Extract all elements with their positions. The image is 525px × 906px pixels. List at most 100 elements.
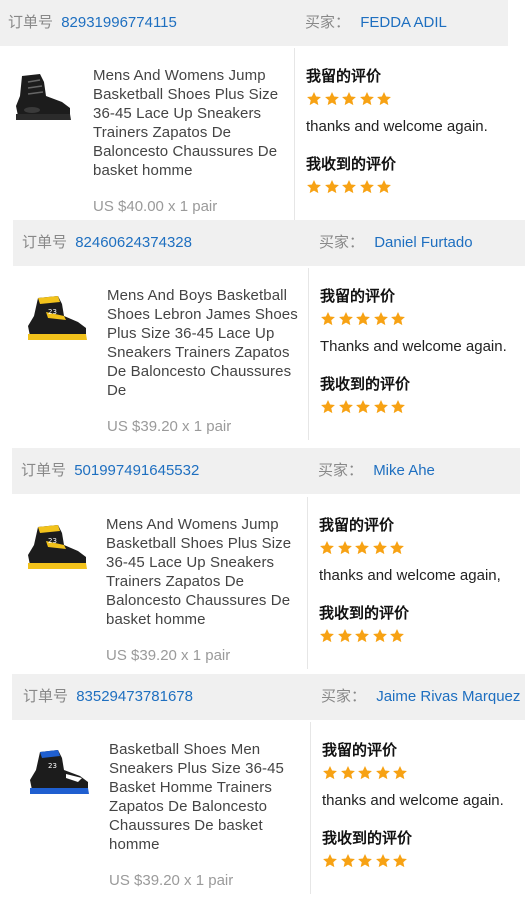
received-review-label: 我收到的评价 (319, 605, 410, 622)
my-review-stars (322, 765, 410, 783)
product-title-link[interactable]: Mens And Womens Jump Basketball Shoes Pl… (93, 66, 288, 180)
price: US $40.00 x 1 pair (93, 198, 218, 215)
order-body: 23 Mens And Boys Basketball Shoes Lebron… (0, 268, 525, 440)
star-icon (342, 180, 356, 194)
order-header: 订单号 83529473781678 买家： Jaime Rivas Marqu… (12, 674, 525, 720)
star-icon (307, 92, 321, 106)
product-image[interactable]: 23 (24, 290, 90, 350)
buyer-label: 买家： (318, 462, 364, 479)
buyer-name-link[interactable]: Mike Ahe (373, 462, 435, 479)
order-header: 订单号 501997491645532 买家： Mike Ahe (12, 448, 520, 494)
star-icon (390, 541, 404, 555)
product-title-link[interactable]: Mens And Boys Basketball Shoes Lebron Ja… (107, 286, 302, 400)
star-icon (321, 312, 335, 326)
star-icon (393, 854, 407, 868)
star-icon (356, 400, 370, 414)
column-divider (307, 497, 308, 669)
order-body: 23 Basketball Shoes Men Sneakers Plus Si… (0, 722, 525, 894)
star-icon (338, 312, 353, 326)
column-divider (308, 268, 309, 440)
order-id-link[interactable]: 501997491645532 (74, 462, 199, 479)
price: US $39.20 x 1 pair (107, 418, 232, 435)
buyer-label: 买家： (319, 234, 365, 251)
star-icon (338, 400, 353, 414)
star-icon (355, 629, 369, 643)
received-review-label: 我收到的评价 (320, 376, 411, 393)
svg-text:23: 23 (48, 537, 57, 545)
product-image[interactable] (10, 70, 76, 130)
star-icon (340, 854, 355, 868)
svg-text:23: 23 (48, 762, 57, 770)
star-icon (356, 312, 370, 326)
star-icon (307, 180, 321, 194)
my-review-text: Thanks and welcome again. (320, 338, 507, 355)
my-review-label: 我留的评价 (320, 288, 396, 305)
star-icon (324, 92, 339, 106)
star-icon (337, 541, 352, 555)
star-icon (342, 92, 356, 106)
my-review-stars (306, 91, 394, 109)
product-title-link[interactable]: Basketball Shoes Men Sneakers Plus Size … (109, 740, 304, 854)
order-id-link[interactable]: 82460624374328 (75, 234, 192, 251)
buyer-name-link[interactable]: Daniel Furtado (374, 234, 472, 251)
buyer-name-link[interactable]: Jaime Rivas Marquez (376, 688, 520, 705)
received-review-stars (319, 628, 407, 646)
product-image[interactable]: 23 (26, 744, 92, 804)
star-icon (391, 400, 405, 414)
svg-text:23: 23 (48, 308, 57, 316)
shoe-black-blue-icon: 23 (30, 750, 89, 794)
star-icon (320, 629, 334, 643)
my-review-text: thanks and welcome again. (306, 118, 488, 135)
buyer-label: 买家： (305, 14, 351, 31)
order-body: Mens And Womens Jump Basketball Shoes Pl… (0, 48, 525, 220)
order-header: 订单号 82460624374328 买家： Daniel Furtado (13, 220, 525, 266)
star-icon (377, 92, 391, 106)
my-review-stars (319, 540, 407, 558)
star-icon (323, 854, 337, 868)
buyer-name-link[interactable]: FEDDA ADIL (360, 14, 447, 31)
my-review-label: 我留的评价 (306, 68, 382, 85)
received-review-stars (320, 399, 408, 417)
star-icon (320, 541, 334, 555)
star-icon (358, 854, 372, 868)
column-divider (294, 48, 295, 220)
product-image[interactable]: 23 (24, 519, 90, 579)
product-title-link[interactable]: Mens And Womens Jump Basketball Shoes Pl… (106, 515, 301, 629)
star-icon (375, 854, 390, 868)
order-id-link[interactable]: 83529473781678 (76, 688, 193, 705)
my-review-text: thanks and welcome again. (322, 792, 504, 809)
order-number-label: 订单号 (21, 462, 67, 479)
order-number-label: 订单号 (23, 688, 69, 705)
shoe-black-yellow-icon: 23 (28, 296, 87, 340)
star-icon (390, 629, 404, 643)
received-review-label: 我收到的评价 (306, 156, 397, 173)
my-review-label: 我留的评价 (319, 517, 395, 534)
star-icon (372, 541, 387, 555)
received-review-label: 我收到的评价 (322, 830, 413, 847)
shoe-black-yellow-icon: 23 (28, 525, 87, 569)
shoe-black-icon (16, 74, 71, 120)
price: US $39.20 x 1 pair (109, 872, 234, 889)
star-icon (373, 400, 388, 414)
column-divider (310, 722, 311, 894)
star-icon (359, 180, 374, 194)
my-review-label: 我留的评价 (322, 742, 398, 759)
star-icon (377, 180, 391, 194)
star-icon (373, 312, 388, 326)
buyer-label: 买家： (321, 688, 367, 705)
star-icon (340, 766, 355, 780)
order-header: 订单号 82931996774115 买家： FEDDA ADIL (0, 0, 508, 46)
star-icon (355, 541, 369, 555)
star-icon (337, 629, 352, 643)
my-review-text: thanks and welcome again, (319, 567, 501, 584)
star-icon (359, 92, 374, 106)
price: US $39.20 x 1 pair (106, 647, 231, 664)
received-review-stars (322, 853, 410, 871)
order-id-link[interactable]: 82931996774115 (61, 14, 177, 31)
star-icon (375, 766, 390, 780)
order-body: 23 Mens And Womens Jump Basketball Shoes… (0, 497, 525, 669)
order-number-label: 订单号 (22, 234, 68, 251)
my-review-stars (320, 311, 408, 329)
star-icon (324, 180, 339, 194)
star-icon (323, 766, 337, 780)
